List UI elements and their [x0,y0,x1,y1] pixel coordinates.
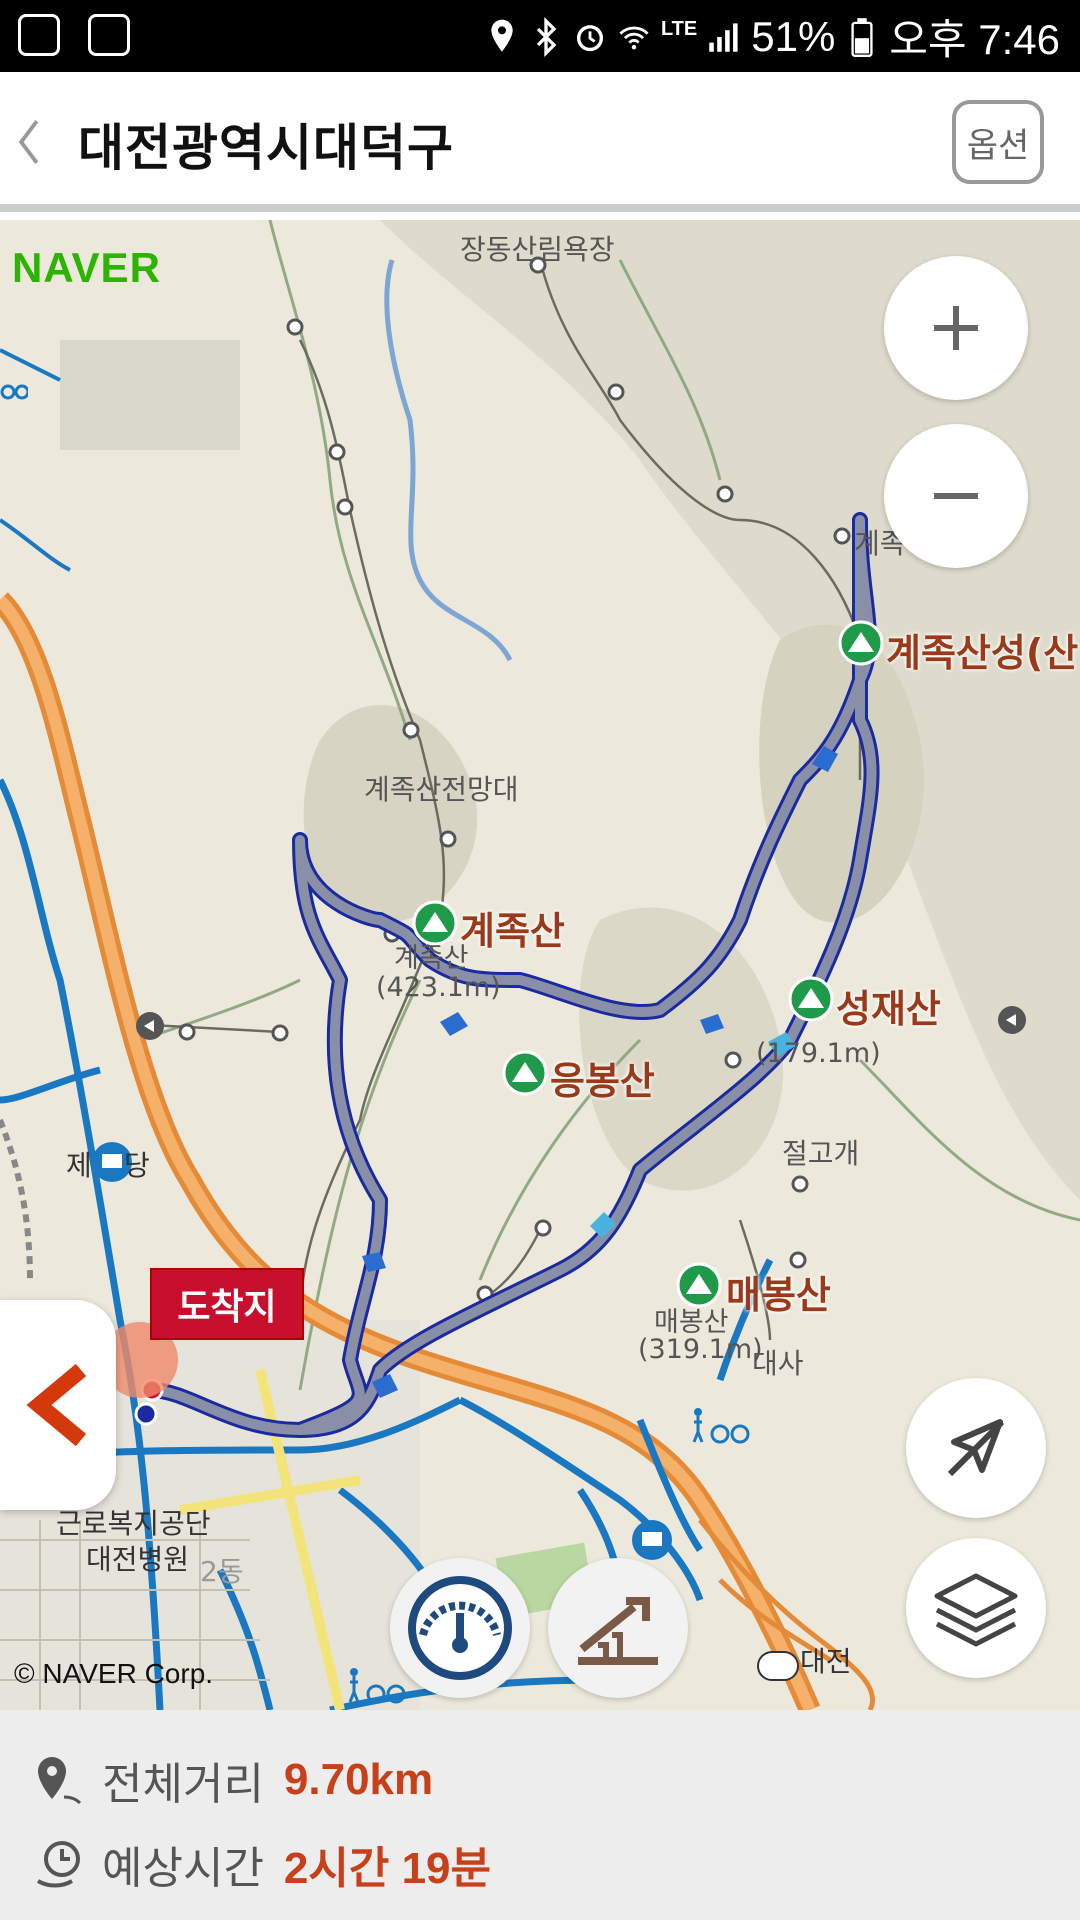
alarm-icon [576,24,603,51]
gallery-notification-icon [88,14,130,56]
peak-sub-gyejok-height: (423.1m) [376,972,501,1003]
map-label-hospital: 대전병원 [86,1543,190,1576]
clock: 오후 7:46 [889,16,1060,63]
peak-label-gyejok: 계족산 [460,909,565,953]
map-label-dong: 2동 [200,1555,244,1588]
back-chevron-icon[interactable] [14,116,44,168]
time-label: 예상시간 [102,1843,264,1894]
peak-label-gyejok-fortress: 계족산성(산 [886,631,1079,675]
map-label-dang: 당 [124,1149,150,1182]
speedometer-icon [408,1576,512,1680]
bike-icon [0,384,28,400]
distance-pin-icon [38,1757,82,1805]
battery-icon [851,17,873,57]
time-row: 예상시간 2시간 19분 [34,1832,491,1896]
clock-icon [36,1841,80,1888]
map-label-forest-bath: 장동산림욕장 [460,233,615,266]
signal-icon [709,22,738,52]
peak-label-seongjae: 성재산 [836,987,941,1031]
peak-label-maebong: 매봉산 [726,1273,831,1317]
battery-percent: 51% [751,12,836,60]
map-label-daejeon-ic: 대전 [800,1645,852,1678]
status-bar: LTE 51% 오후 7:46 [0,0,1080,72]
peak-label-eungbong: 응봉산 [550,1059,655,1103]
peak-sub-gyejok-name: 계족산 [394,943,469,974]
distance-value: 9.70km [283,1755,434,1804]
map-label-je: 제 [66,1149,92,1182]
collapse-panel-button[interactable] [0,1300,116,1510]
mountain-marker-icon[interactable] [838,620,884,666]
network-type: LTE [660,18,698,40]
peak-sub-maebong-height: (319.1m) [638,1334,763,1365]
mountain-marker-icon[interactable] [788,976,834,1022]
current-location-button[interactable] [906,1378,1046,1518]
elevation-button[interactable] [548,1558,688,1698]
speedometer-button[interactable] [390,1558,530,1698]
app-header: 대전광역시대덕구 옵션 [0,72,1080,212]
location-icon [491,19,513,52]
map-label-observatory: 계족산전망대 [364,773,519,806]
app-notification-icon [18,14,60,56]
naver-logo: NAVER [12,244,161,291]
pedestrian-bike-icon [692,1408,750,1444]
peak-sub-seongjae-height: (179.1m) [756,1038,881,1069]
page-title: 대전광역시대덕구 [78,119,454,177]
elevation-icon [578,1597,658,1665]
route-info-panel: 전체거리 9.70km 예상시간 2시간 19분 [0,1710,1080,1920]
bluetooth-icon [536,16,557,57]
plus-icon [934,306,978,350]
time-value: 2시간 19분 [283,1844,491,1893]
mountain-marker-icon[interactable] [502,1050,548,1096]
layers-icon [934,1573,1018,1647]
map-copyright: © NAVER Corp. [14,1658,214,1689]
zoom-in-button[interactable] [884,256,1028,400]
wifi-icon [619,26,649,49]
zoom-out-button[interactable] [884,424,1028,568]
distance-label: 전체거리 [102,1759,264,1810]
red-chevron-left-icon [26,1363,87,1447]
minus-icon [934,493,978,499]
location-off-icon [947,1419,1005,1477]
map-label-pass: 절고개 [782,1137,860,1170]
layers-button[interactable] [906,1538,1046,1678]
destination-tag[interactable]: 도착지 [150,1268,304,1340]
distance-row: 전체거리 9.70km [34,1748,433,1812]
map-view[interactable]: NAVER 장동산림욕장 계족산전망대 계족 절고개 대사 대전 근로복지공단 … [0,220,1080,1710]
option-button[interactable]: 옵션 [952,100,1044,184]
pedestrian-bike-icon [348,1668,406,1704]
